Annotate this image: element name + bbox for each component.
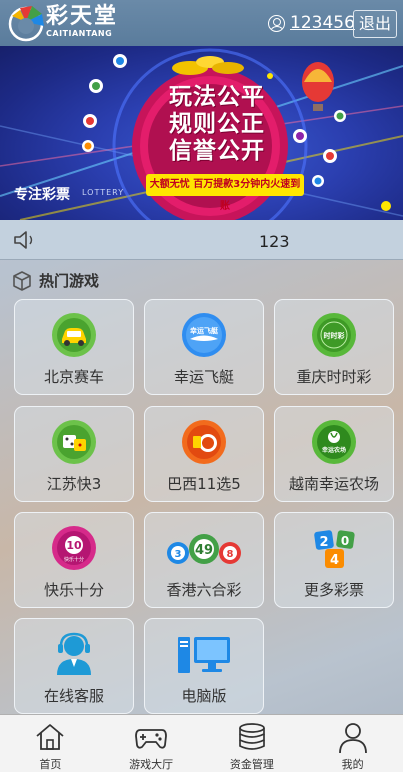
nav-item-home[interactable]: 首页 <box>0 715 101 772</box>
more-lottery-icon: 2 0 4 <box>314 530 355 568</box>
home-icon <box>36 724 64 750</box>
nav-item-game-hall[interactable]: 游戏大厅 <box>101 715 202 772</box>
svg-text:10: 10 <box>66 539 82 552</box>
banner-tag-en: LOTTERY <box>82 188 125 197</box>
nav-item-mine[interactable]: 我的 <box>302 715 403 772</box>
nav-label: 资金管理 <box>229 758 274 771</box>
game-label: 重庆时时彩 <box>296 368 372 386</box>
shishicai-badge: 时时彩 <box>324 331 346 340</box>
speaker-icon <box>14 231 33 249</box>
game-label: 在线客服 <box>43 687 104 705</box>
slogan-line: 玩法公平 <box>169 84 265 110</box>
game-label: 香港六合彩 <box>166 581 242 599</box>
brand-name-en: CAITIANTANG <box>46 29 113 38</box>
customer-service-icon <box>57 632 91 675</box>
bottom-nav: 首页 游戏大厅 资金管理 我的 <box>0 714 403 772</box>
logout-button[interactable]: 退出 <box>353 10 397 38</box>
banner-tag: 专注彩票 <box>14 187 70 203</box>
game-tile-beijing-racing[interactable]: 北京赛车 <box>14 299 134 395</box>
nav-item-funds[interactable]: 资金管理 <box>202 715 303 772</box>
desktop-computer-icon <box>178 637 230 673</box>
game-tile-lucky-airship[interactable]: 幸运飞艇 幸运飞艇 <box>144 299 264 395</box>
game-tile-jiangsu-k3[interactable]: 江苏快3 <box>14 406 134 502</box>
cube-icon <box>13 270 31 291</box>
airship-badge: 幸运飞艇 <box>190 326 219 335</box>
logo-icon <box>8 6 44 42</box>
user-icon <box>338 723 367 754</box>
happy-ten-badge: 快乐十分 <box>64 556 84 563</box>
game-tile-hk-mark-six[interactable]: 3 8 49 香港六合彩 <box>144 512 264 608</box>
coins-icon <box>239 723 265 750</box>
brand-name: 彩天堂 <box>46 4 119 29</box>
user-account[interactable]: 123456 <box>268 13 355 33</box>
happy-ten-icon: 10 快乐十分 <box>52 526 96 570</box>
nav-label: 我的 <box>341 758 364 771</box>
game-tile-brazil-11x5[interactable]: 巴西11选5 <box>144 406 264 502</box>
banner-slogan: 玩法公平 规则公正 信誉公开 <box>132 84 302 165</box>
username-link[interactable]: 123456 <box>290 13 355 33</box>
promo-banner[interactable]: 玩法公平 规则公正 信誉公开 大额无忧 百万提款3分钟内火速到账 专注彩票 LO… <box>0 46 403 220</box>
ball-number: 8 <box>227 549 234 560</box>
game-tile-happy-ten[interactable]: 10 快乐十分 快乐十分 <box>14 512 134 608</box>
digit: 4 <box>330 553 339 568</box>
brand: 彩天堂 CAITIANTANG <box>46 5 118 39</box>
airship-icon: 幸运飞艇 <box>182 313 226 357</box>
game-label: 北京赛车 <box>43 368 104 386</box>
slogan-line: 信誉公开 <box>169 138 265 164</box>
farm-icon: 幸运农场 <box>312 420 356 464</box>
eleven-five-icon <box>182 420 226 464</box>
game-label: 更多彩票 <box>303 581 364 599</box>
game-tile-desktop-version[interactable]: 电脑版 <box>144 618 264 714</box>
app-header: 彩天堂 CAITIANTANG 123456 退出 <box>0 0 403 46</box>
ball-number: 49 <box>195 543 213 558</box>
dice-icon <box>52 420 96 464</box>
nav-label: 游戏大厅 <box>129 758 174 771</box>
digit: 0 <box>341 534 349 548</box>
lottery-balls-icon: 3 8 49 <box>167 534 241 564</box>
notice-bar[interactable]: 123 <box>0 220 403 260</box>
game-label: 江苏快3 <box>46 475 102 493</box>
game-label: 幸运飞艇 <box>173 368 234 386</box>
game-tile-vietnam-farm[interactable]: 幸运农场 越南幸运农场 <box>274 406 394 502</box>
game-tile-customer-service[interactable]: 在线客服 <box>14 618 134 714</box>
banner-subtitle: 大额无忧 百万提款3分钟内火速到账 <box>146 174 304 212</box>
game-label: 越南幸运农场 <box>288 475 379 493</box>
shishicai-icon: 时时彩 <box>312 313 356 357</box>
gamepad-icon <box>135 729 168 749</box>
hot-games-header: 热门游戏 <box>12 270 99 291</box>
game-label: 电脑版 <box>181 687 227 705</box>
game-label: 快乐十分 <box>43 581 104 599</box>
game-tile-more-lottery[interactable]: 2 0 4 更多彩票 <box>274 512 394 608</box>
nav-label: 首页 <box>39 758 62 771</box>
slogan-line: 规则公正 <box>169 111 265 137</box>
user-icon <box>268 14 285 32</box>
game-tile-chongqing-ssc[interactable]: 时时彩 重庆时时彩 <box>274 299 394 395</box>
game-label: 巴西11选5 <box>167 475 241 493</box>
notice-text: 123 <box>259 232 290 251</box>
digit: 2 <box>319 535 328 550</box>
racecar-icon <box>52 313 96 357</box>
section-title: 热门游戏 <box>39 272 100 290</box>
farm-badge: 幸运农场 <box>322 446 346 454</box>
ball-number: 3 <box>175 549 182 560</box>
